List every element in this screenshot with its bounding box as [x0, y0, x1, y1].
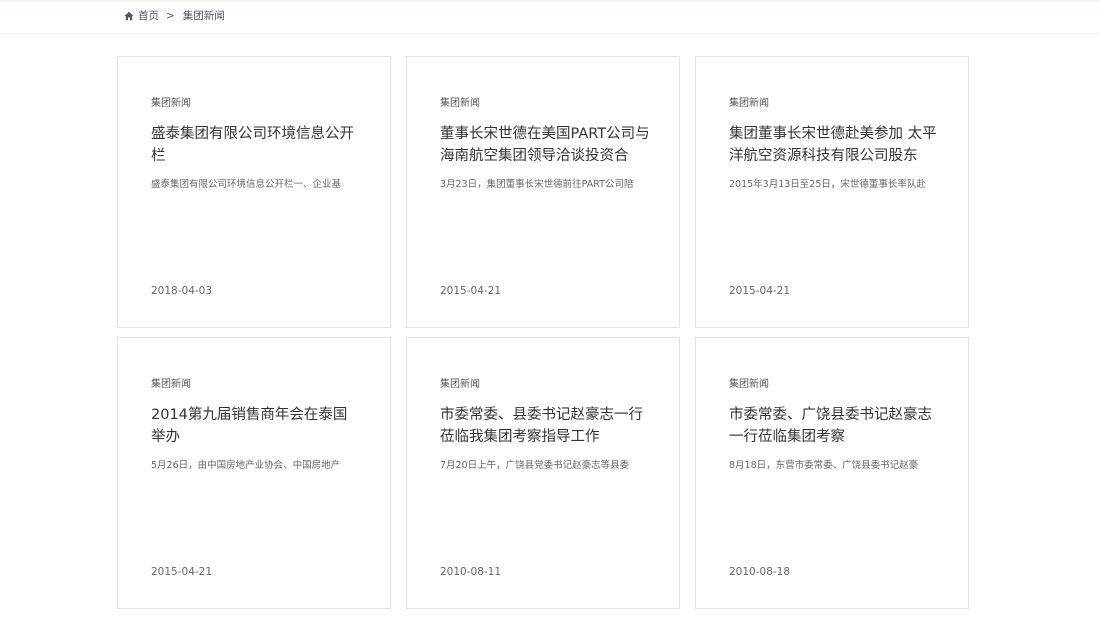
card-date: 2015-04-21	[440, 285, 502, 297]
news-card[interactable]: 集团新闻 集团董事长宋世德赴美参加 太平洋航空资源科技有限公司股东 2015年3…	[695, 56, 969, 328]
card-excerpt: 2015年3月13日至25日，宋世德董事长率队赴	[729, 179, 926, 190]
card-title[interactable]: 市委常委、广饶县委书记赵豪志一行莅临集团考察	[729, 404, 939, 448]
card-title[interactable]: 集团董事长宋世德赴美参加 太平洋航空资源科技有限公司股东	[729, 123, 939, 167]
card-excerpt: 8月18日，东营市委常委、广饶县委书记赵豪	[729, 460, 919, 471]
card-excerpt: 7月20日上午，广饶县党委书记赵豪志等县委	[440, 460, 630, 471]
card-category: 集团新闻	[440, 98, 480, 109]
news-card[interactable]: 集团新闻 盛泰集团有限公司环境信息公开栏 盛泰集团有限公司环境信息公开栏一、企业…	[117, 56, 391, 328]
breadcrumb-bar: 首页 > 集团新闻	[0, 0, 1100, 34]
news-card[interactable]: 集团新闻 市委常委、县委书记赵豪志一行莅临我集团考察指导工作 7月20日上午，广…	[406, 337, 680, 609]
news-grid: 集团新闻 盛泰集团有限公司环境信息公开栏 盛泰集团有限公司环境信息公开栏一、企业…	[117, 56, 969, 610]
card-date: 2010-08-18	[729, 566, 791, 578]
card-category: 集团新闻	[151, 379, 191, 390]
card-category: 集团新闻	[729, 98, 769, 109]
card-excerpt: 5月26日，由中国房地产业协会、中国房地产	[151, 460, 341, 471]
card-date: 2015-04-21	[151, 566, 213, 578]
breadcrumb-current: 集团新闻	[182, 10, 225, 22]
card-category: 集团新闻	[151, 98, 191, 109]
card-category: 集团新闻	[440, 379, 480, 390]
card-excerpt: 3月23日，集团董事长宋世德前往PART公司陪	[440, 179, 634, 190]
card-date: 2018-04-03	[151, 285, 213, 297]
breadcrumb: 首页 > 集团新闻	[124, 9, 225, 23]
home-icon[interactable]	[124, 11, 134, 21]
card-category: 集团新闻	[729, 379, 769, 390]
news-card[interactable]: 集团新闻 2014第九届销售商年会在泰国举办 5月26日，由中国房地产业协会、中…	[117, 337, 391, 609]
card-date: 2010-08-11	[440, 566, 502, 578]
breadcrumb-separator: >	[166, 10, 175, 22]
card-date: 2015-04-21	[729, 285, 791, 297]
card-excerpt: 盛泰集团有限公司环境信息公开栏一、企业基	[151, 179, 342, 190]
breadcrumb-home-link[interactable]: 首页	[138, 9, 159, 23]
news-card[interactable]: 集团新闻 市委常委、广饶县委书记赵豪志一行莅临集团考察 8月18日，东营市委常委…	[695, 337, 969, 609]
card-title[interactable]: 董事长宋世德在美国PART公司与海南航空集团领导洽谈投资合	[440, 123, 650, 167]
card-title[interactable]: 市委常委、县委书记赵豪志一行莅临我集团考察指导工作	[440, 404, 650, 448]
card-title[interactable]: 2014第九届销售商年会在泰国举办	[151, 404, 361, 448]
news-card[interactable]: 集团新闻 董事长宋世德在美国PART公司与海南航空集团领导洽谈投资合 3月23日…	[406, 56, 680, 328]
card-title[interactable]: 盛泰集团有限公司环境信息公开栏	[151, 123, 361, 167]
